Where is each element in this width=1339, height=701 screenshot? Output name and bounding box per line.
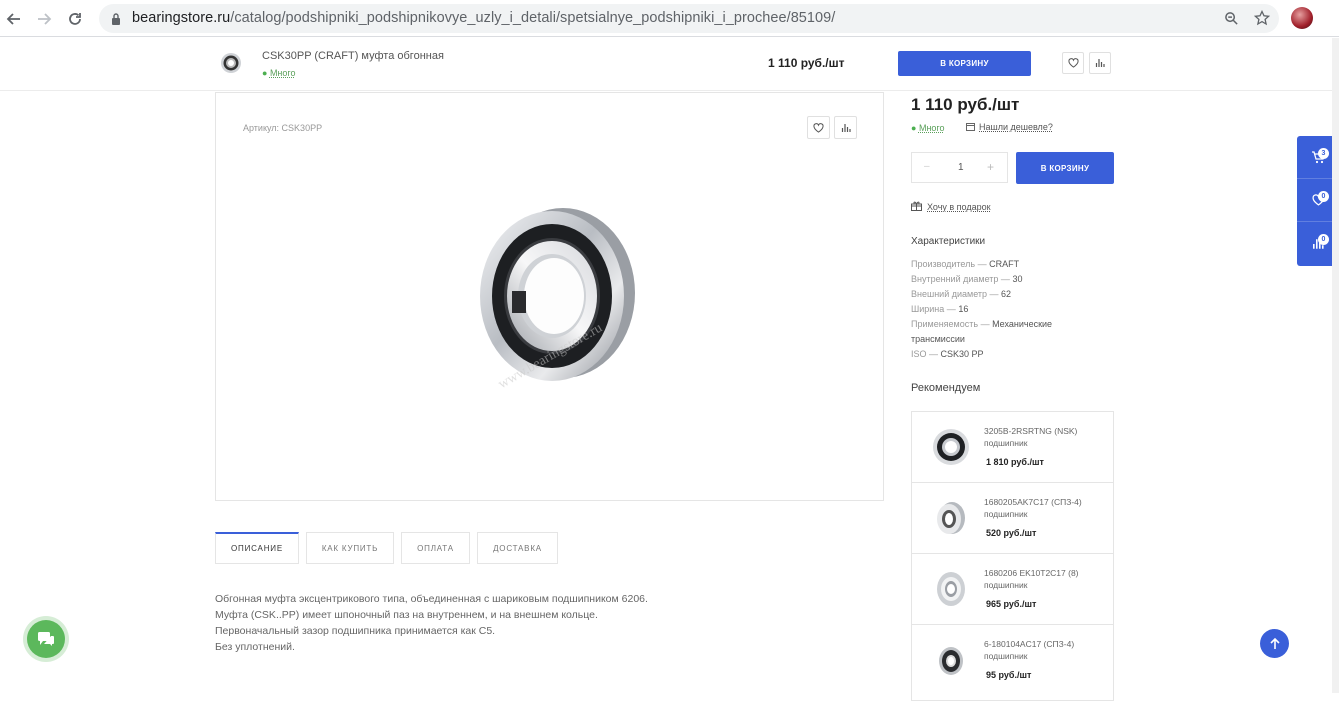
favorites-count-badge: 0: [1318, 191, 1329, 202]
reload-icon[interactable]: [63, 7, 87, 31]
add-to-cart-button[interactable]: В КОРЗИНУ: [1016, 152, 1114, 184]
recommend-name[interactable]: 6-180104AC17 (СПЗ-4) подшипник: [984, 638, 1109, 662]
scroll-to-top-button[interactable]: [1260, 629, 1289, 658]
recommend-name[interactable]: 3205B-2RSRTNG (NSK) подшипник: [984, 425, 1109, 449]
quantity-plus[interactable]: +: [987, 160, 994, 174]
characteristic-row: Внутренний диаметр — 30: [911, 274, 1023, 284]
arrow-up-icon: [1269, 637, 1280, 649]
sticky-stock: ● Много: [262, 68, 296, 78]
description-line: Первоначальный зазор подшипника принимае…: [215, 625, 496, 637]
heart-icon: [813, 122, 824, 133]
compare-button[interactable]: [834, 116, 857, 139]
product-description: Обгонная муфта эксцентрикового типа, объ…: [215, 591, 648, 655]
quantity-stepper[interactable]: – 1 +: [911, 152, 1008, 183]
chat-button[interactable]: [27, 620, 65, 658]
tab-delivery[interactable]: ДОСТАВКА: [477, 532, 558, 564]
url-text: bearingstore.ru/catalog/podshipniki_pods…: [132, 10, 836, 26]
tab-description[interactable]: ОПИСАНИЕ: [215, 532, 299, 564]
chat-icon: [38, 632, 54, 646]
calendar-icon: [966, 123, 975, 131]
forward-icon[interactable]: [32, 7, 56, 31]
sticky-product-name[interactable]: CSK30PP (CRAFT) муфта обгонная: [262, 50, 444, 62]
recommend-price: 95 руб./шт: [986, 670, 1032, 680]
recommend-price: 520 руб./шт: [986, 528, 1037, 538]
characteristic-row: Ширина — 16: [911, 304, 969, 314]
recommend-price: 1 810 руб./шт: [986, 457, 1044, 467]
characteristic-row: Применяемость — Механические трансмиссии: [911, 319, 1053, 344]
quantity-minus[interactable]: –: [924, 161, 930, 172]
zoom-icon[interactable]: [1224, 11, 1239, 26]
browser-toolbar: bearingstore.ru/catalog/podshipniki_pods…: [0, 0, 1339, 37]
sticky-compare-button[interactable]: [1089, 52, 1111, 74]
sticky-price: 1 110 руб./шт: [768, 56, 845, 70]
product-image-card: Артикул: CSK30PP www.bearingstore.ru: [215, 92, 884, 501]
sticky-add-to-cart-button[interactable]: В КОРЗИНУ: [898, 51, 1031, 76]
product-price: 1 110 руб./шт: [911, 95, 1020, 114]
recommend-list: 3205B-2RSRTNG (NSK) подшипник 1 810 руб.…: [911, 411, 1114, 701]
compare-icon: [841, 123, 851, 132]
characteristic-row: Внешний диаметр — 62: [911, 289, 1012, 299]
recommend-price: 965 руб./шт: [986, 599, 1037, 609]
recommend-image: [937, 502, 965, 534]
product-image[interactable]: www.bearingstore.ru: [435, 203, 665, 408]
article-number: Артикул: CSK30PP: [243, 123, 323, 133]
compare-icon: [1095, 59, 1105, 67]
description-line: Обгонная муфта эксцентрикового типа, объ…: [215, 593, 648, 605]
address-bar[interactable]: bearingstore.ru/catalog/podshipniki_pods…: [99, 4, 1279, 33]
characteristic-row: Производитель — CRAFT: [911, 259, 1020, 269]
sticky-product-header: CSK30PP (CRAFT) муфта обгонная ● Много 1…: [0, 38, 1339, 91]
stock-status: ● Много: [911, 123, 945, 133]
compare-count-badge: 0: [1318, 234, 1329, 245]
recommend-name[interactable]: 1680206 EK10T2C17 (8) подшипник: [984, 567, 1109, 591]
description-line: Без уплотнений.: [215, 641, 295, 653]
characteristics-title: Характеристики: [911, 236, 986, 247]
back-icon[interactable]: [2, 7, 26, 31]
recommend-image: [937, 572, 965, 606]
gift-link[interactable]: Хочу в подарок: [911, 201, 991, 212]
list-item[interactable]: 1680205AK7C17 (СПЗ-4) подшипник 520 руб.…: [912, 483, 1113, 554]
profile-avatar[interactable]: [1291, 7, 1313, 29]
quantity-value[interactable]: 1: [958, 162, 964, 173]
tab-how-to-buy[interactable]: КАК КУПИТЬ: [306, 532, 394, 564]
recommend-title: Рекомендуем: [911, 382, 981, 394]
description-line: Муфта (CSK..PP) имеет шпоночный паз на в…: [215, 609, 598, 621]
characteristics-list: Производитель — CRAFT Внутренний диаметр…: [911, 257, 1101, 362]
product-thumbnail: [221, 53, 241, 73]
favorite-button[interactable]: [807, 116, 830, 139]
bookmark-star-icon[interactable]: [1254, 10, 1270, 26]
recommend-image: [933, 429, 969, 465]
list-item[interactable]: 3205B-2RSRTNG (NSK) подшипник 1 810 руб.…: [912, 412, 1113, 483]
list-item[interactable]: 1680206 EK10T2C17 (8) подшипник 965 руб.…: [912, 554, 1113, 625]
lock-icon: [112, 13, 120, 25]
characteristic-row: ISO — CSK30 PP: [911, 349, 984, 359]
tab-payment[interactable]: ОПЛАТА: [401, 532, 470, 564]
recommend-name[interactable]: 1680205AK7C17 (СПЗ-4) подшипник: [984, 496, 1109, 520]
sticky-favorite-button[interactable]: [1062, 52, 1084, 74]
found-cheaper-link[interactable]: Нашли дешевле?: [966, 122, 1053, 132]
gift-icon: [911, 201, 922, 211]
scrollbar[interactable]: [1332, 38, 1339, 693]
recommend-image: [939, 647, 963, 675]
list-item[interactable]: 6-180104AC17 (СПЗ-4) подшипник 95 руб./ш…: [912, 625, 1113, 696]
heart-icon: [1067, 58, 1079, 68]
cart-count-badge: 3: [1318, 148, 1329, 159]
